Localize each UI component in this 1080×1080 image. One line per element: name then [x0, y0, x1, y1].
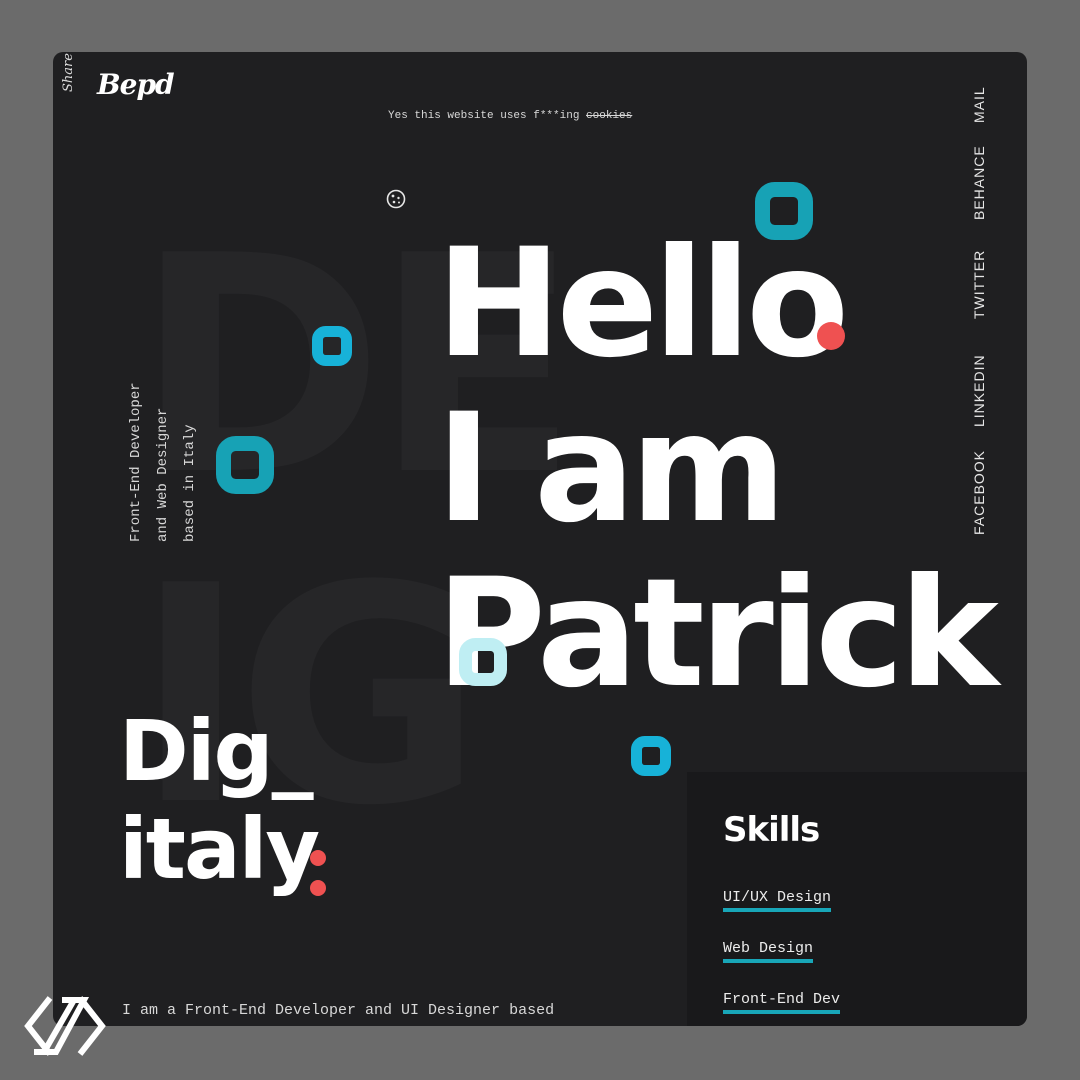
brand-red-dot — [310, 850, 326, 866]
tagline-line: Front-End Developer — [128, 382, 144, 542]
skills-panel: Skills UI/UX Design Web Design Front-End… — [687, 772, 1027, 1026]
brand-line-2: italy — [119, 800, 320, 898]
hero-heading: Hello I am Patrick — [436, 217, 999, 721]
hero-red-dot — [817, 322, 845, 350]
site-logo[interactable]: Bepd — [97, 68, 175, 101]
skills-title: Skills — [723, 810, 820, 850]
cookie-notice: Yes this website uses f***ing cookies — [388, 110, 632, 122]
social-link-linkedin[interactable]: LINKEDIN — [971, 354, 987, 427]
social-link-mail[interactable]: MAIL — [971, 86, 987, 123]
watermark-logo-icon — [22, 994, 108, 1063]
cookie-notice-strike: cookies — [586, 110, 633, 122]
site-card: DE IG Share Bepd Yes this website uses f… — [53, 52, 1027, 1026]
decor-ring — [312, 326, 352, 366]
skill-link-web-design[interactable]: Web Design — [723, 941, 814, 963]
vertical-tagline: Front-End Developer and Web Designer bas… — [123, 382, 204, 542]
social-link-behance[interactable]: BEHANCE — [971, 145, 987, 220]
brand-line-1: Dig_ — [119, 702, 314, 800]
cookie-icon[interactable] — [386, 189, 406, 214]
social-nav: MAIL BEHANCE TWITTER LINKEDIN FACEBOOK — [971, 67, 995, 537]
skill-link-uiux[interactable]: UI/UX Design — [723, 890, 832, 912]
social-link-facebook[interactable]: FACEBOOK — [971, 450, 987, 535]
hero-line-hello: Hello — [436, 217, 849, 391]
brand-heading: Dig_ italy — [119, 702, 320, 898]
skill-link-front-end[interactable]: Front-End Dev — [723, 992, 841, 1014]
tagline-line: based in Italy — [182, 424, 198, 542]
tagline-line: and Web Designer — [155, 407, 171, 542]
decor-ring-light — [459, 638, 507, 686]
decor-ring — [631, 736, 671, 776]
brand-red-dot — [310, 880, 326, 896]
social-link-twitter[interactable]: TWITTER — [971, 250, 987, 319]
cookie-notice-text: Yes this website uses f***ing — [388, 110, 580, 122]
decor-ring — [216, 436, 274, 494]
hero-line-i-am: I am — [436, 382, 787, 556]
hero-line-name: Patrick — [436, 547, 999, 721]
share-link[interactable]: Share — [61, 53, 76, 92]
intro-text: I am a Front-End Developer and UI Design… — [122, 1002, 555, 1019]
